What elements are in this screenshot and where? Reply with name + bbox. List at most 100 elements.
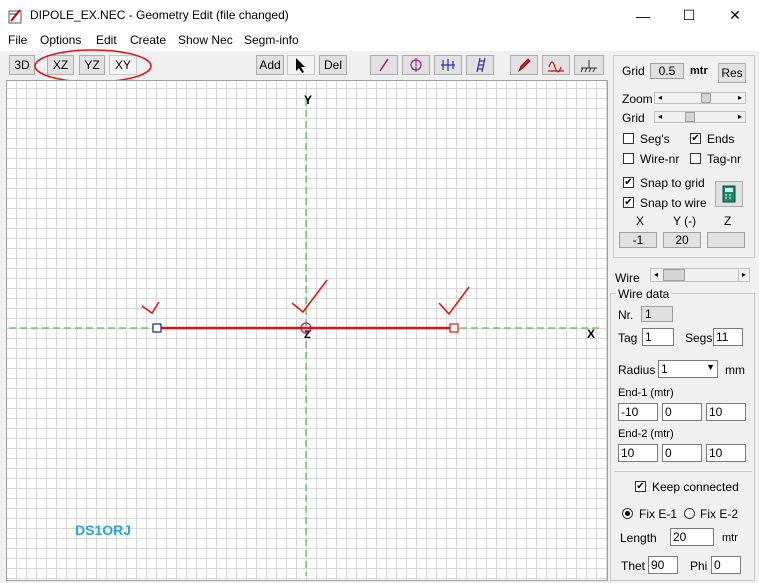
scroll-left-icon: ◂ [653,270,658,279]
close-button[interactable]: ✕ [712,0,758,31]
wire-end1-marker [152,323,162,333]
snap-grid-label: Snap to grid [640,176,705,190]
fix-e2-radio[interactable] [684,508,695,519]
slider-thumb [663,269,685,281]
ladder-line-icon [476,57,486,73]
checkmark-annotation [438,286,470,316]
fix-e1-radio[interactable] [622,508,633,519]
calculator-button[interactable] [715,181,743,207]
wire-nr-checkbox[interactable] [623,153,634,164]
scroll-right-icon: ▸ [737,93,742,102]
keep-connected-checkbox[interactable]: ✔ [635,481,646,492]
end1-y-input[interactable]: 0 [662,403,702,421]
zoom-slider[interactable]: ◂ ▸ [654,92,746,104]
chevron-down-icon: ▼ [706,362,715,372]
grid-size-value: 0.5 [650,63,684,79]
pattern-button[interactable] [542,55,570,75]
end1-label: End-1 (mtr) [618,387,674,399]
coord-x-label: X [636,214,645,228]
menu-show-nec[interactable]: Show Nec [178,33,233,47]
phi-input[interactable]: 0 [711,556,741,574]
wire-label: Wire [615,271,640,285]
length-input[interactable]: 20 [670,528,714,546]
thet-label: Thet [621,559,646,573]
grid-size-label: Grid [622,64,645,78]
scroll-right-icon: ▸ [737,112,742,121]
length-unit: mtr [722,532,738,544]
calculator-icon [722,185,736,203]
segs-label: Seg's [640,132,670,146]
coord-z-label: Z [724,214,732,228]
minimize-button[interactable]: — [620,0,666,31]
maximize-button[interactable]: ☐ [666,0,712,31]
title-bar: DIPOLE_EX.NEC - Geometry Edit (file chan… [0,0,759,31]
wire-scrollbar[interactable]: ◂ ▸ [650,268,750,282]
ends-checkbox[interactable]: ✔ [690,133,701,144]
geometry-canvas[interactable]: Y X Z DS1ORJ [6,80,608,581]
watermark-text: DS1ORJ [75,522,132,538]
snap-grid-checkbox[interactable]: ✔ [623,177,634,188]
tag-label: Tag [618,331,638,345]
zoom-label: Zoom [622,92,653,106]
checkmark-annotation [141,301,160,315]
draw-wire-button[interactable] [370,55,398,75]
z-axis-label: Z [304,329,311,341]
segs-field-label: Segs [685,331,713,345]
add-button[interactable]: Add [256,55,284,75]
checkmark-annotation [291,279,328,314]
coord-y-value: 20 [663,232,701,248]
coord-y-label: Y (-) [673,214,697,228]
tag-nr-label: Tag-nr [707,152,742,166]
pencil-button[interactable] [510,55,538,75]
end1-x-input[interactable]: -10 [618,403,658,421]
wire-end2-marker [449,323,459,333]
ends-label: Ends [707,132,735,146]
wire-nr-label: Wire-nr [640,152,680,166]
grid-slider-label: Grid [622,111,645,125]
ladder-button[interactable] [466,55,494,75]
waveform-icon [548,61,564,73]
length-label: Length [620,531,657,545]
tag-nr-checkbox[interactable] [690,153,701,164]
segs-checkbox[interactable] [623,133,634,144]
select-pointer-button[interactable] [287,55,315,75]
segs-input[interactable]: 11 [713,328,743,346]
scroll-left-icon: ◂ [657,93,662,102]
end1-z-input[interactable]: 10 [706,403,746,421]
end2-z-input[interactable]: 10 [706,444,746,462]
delete-button[interactable]: Del [319,55,347,75]
ground-button[interactable] [574,55,604,75]
menu-file[interactable]: File [8,33,27,47]
divider [614,471,752,472]
loop-button[interactable] [402,55,430,75]
y-axis-label: Y [304,93,313,107]
app-icon [8,9,22,24]
grid-slider[interactable]: ◂ ▸ [654,111,746,123]
menu-segm-info[interactable]: Segm-info [244,33,299,47]
loop-antenna-icon [410,58,422,72]
res-button[interactable]: Res [718,63,746,83]
wire-line-icon [379,58,389,72]
slider-thumb [685,112,695,122]
snap-wire-label: Snap to wire [640,196,707,210]
tag-input[interactable]: 1 [642,328,674,346]
coord-z-value [707,232,745,248]
snap-wire-checkbox[interactable]: ✔ [623,197,634,208]
radius-select[interactable]: 1 ▼ [658,360,718,378]
x-axis-label: X [587,327,596,341]
nr-label: Nr. [618,308,634,322]
scroll-left-icon: ◂ [657,112,662,121]
end2-x-input[interactable]: 10 [618,444,658,462]
radius-value: 1 [661,362,668,376]
wire-data-title: Wire data [616,287,672,301]
yagi-button[interactable] [434,55,462,75]
thet-input[interactable]: 90 [648,556,678,574]
fix-e2-label: Fix E-2 [700,507,739,521]
nr-value: 1 [641,306,673,322]
scroll-right-icon: ▸ [738,269,749,281]
keep-connected-label: Keep connected [652,480,739,494]
radius-unit: mm [725,363,745,377]
end2-label: End-2 (mtr) [618,428,674,440]
end2-y-input[interactable]: 0 [662,444,702,462]
phi-label: Phi [690,559,708,573]
